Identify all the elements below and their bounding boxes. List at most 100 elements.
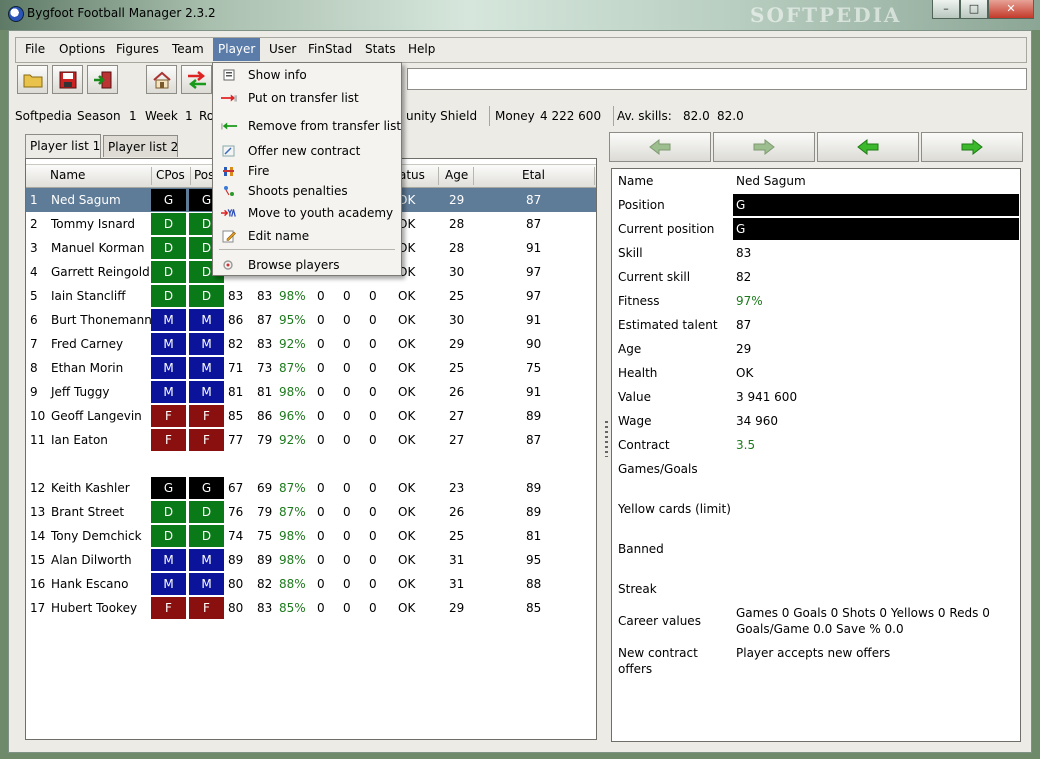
cell-g1: 0 <box>317 601 325 615</box>
header-age[interactable]: Age <box>445 168 468 182</box>
table-row[interactable]: 12 Keith Kashler G G 67 69 87% 0 0 0 OK 23 89 <box>26 476 596 500</box>
table-row[interactable]: 8 Ethan Morin M M 71 73 87% 0 0 0 OK 25 75 <box>26 356 596 380</box>
table-row[interactable]: 13 Brant Street D D 76 79 87% 0 0 0 OK 26 89 <box>26 500 596 524</box>
menu-item-offer-new-contract[interactable]: Offer new contract <box>213 141 399 161</box>
table-row[interactable]: 6 Burt Thonemann M M 86 87 95% 0 0 0 OK 30 91 <box>26 308 596 332</box>
cpos-badge: M <box>151 549 186 571</box>
info-label: Estimated talent <box>618 318 718 332</box>
cell-name: Tony Demchick <box>51 529 142 543</box>
menu-bar: File Options Figures Team Player User Fi… <box>15 37 1027 63</box>
menu-item-edit-name[interactable]: Edit name <box>213 226 399 246</box>
cell-skill: 82 <box>228 337 244 351</box>
next-button[interactable] <box>921 132 1023 162</box>
player-info-panel: Name Ned Sagum Position G Current position G S… <box>611 168 1021 742</box>
menu-item-remove-from-transfer-list[interactable]: Remove from transfer list <box>213 116 401 136</box>
cell-cskill: 83 <box>257 337 273 351</box>
toolbar-entry[interactable] <box>407 68 1027 90</box>
menu-item-show-info[interactable]: Show info <box>213 65 399 85</box>
cell-skill: 89 <box>228 553 244 567</box>
menu-item-shoots-penalties[interactable]: Shoots penalties <box>213 181 399 201</box>
info-label: Streak <box>618 582 657 596</box>
cell-name: Ned Sagum <box>51 193 121 207</box>
cell-age: 29 <box>449 337 465 351</box>
cell-num: 13 <box>30 505 46 519</box>
cell-cskill: 79 <box>257 433 273 447</box>
fire-icon <box>221 164 237 178</box>
cell-num: 6 <box>30 313 38 327</box>
cell-fitness: 95% <box>279 313 306 327</box>
table-row[interactable]: 7 Fred Carney M M 82 83 92% 0 0 0 OK 29 90 <box>26 332 596 356</box>
menu-item-put-on-transfer-list[interactable]: Put on transfer list <box>213 88 399 108</box>
table-row[interactable]: 5 Iain Stancliff D D 83 83 98% 0 0 0 OK 25 97 <box>26 284 596 308</box>
cell-fitness: 96% <box>279 409 306 423</box>
cell-g2: 0 <box>343 313 351 327</box>
menu-item-fire[interactable]: Fire <box>213 161 399 181</box>
close-button[interactable]: ✕ <box>988 0 1034 19</box>
cell-age: 28 <box>449 217 465 231</box>
floppy-disk-icon <box>59 71 76 88</box>
cpos-badge: D <box>151 213 186 235</box>
header-cpos[interactable]: CPos <box>156 168 185 182</box>
header-name[interactable]: Name <box>50 168 85 182</box>
pane-resize-grip[interactable] <box>605 421 608 457</box>
save-button[interactable] <box>52 65 83 94</box>
info-value: 3 941 600 <box>736 390 798 404</box>
tab-player-list-1[interactable]: Player list 1 <box>25 134 101 158</box>
header-status[interactable]: atus <box>399 168 425 182</box>
menu-stats[interactable]: Stats <box>365 42 396 56</box>
cell-skill: 71 <box>228 361 244 375</box>
table-row[interactable]: 11 Ian Eaton F F 77 79 92% 0 0 0 OK 27 87 <box>26 428 596 452</box>
cell-fitness: 98% <box>279 553 306 567</box>
cell-g3: 0 <box>369 601 377 615</box>
cell-status: OK <box>398 529 416 543</box>
arrow-right-icon <box>753 139 775 155</box>
cell-g1: 0 <box>317 313 325 327</box>
cell-status: OK <box>398 601 416 615</box>
menu-team[interactable]: Team <box>172 42 204 56</box>
cell-g3: 0 <box>369 313 377 327</box>
table-row[interactable]: 17 Hubert Tookey F F 80 83 85% 0 0 0 OK 29 85 <box>26 596 596 620</box>
info-label: Skill <box>618 246 643 260</box>
menu-figures[interactable]: Figures <box>116 42 159 56</box>
cell-skill: 77 <box>228 433 244 447</box>
maximize-button[interactable]: □ <box>960 0 988 19</box>
cell-status: OK <box>398 313 416 327</box>
menu-item-label: Move to youth academy <box>248 206 394 220</box>
menu-user[interactable]: User <box>269 42 296 56</box>
cell-status: OK <box>398 385 416 399</box>
menu-finstad[interactable]: FinStad <box>308 42 352 56</box>
menu-help[interactable]: Help <box>408 42 435 56</box>
cell-age: 30 <box>449 313 465 327</box>
cell-num: 12 <box>30 481 46 495</box>
minimize-button[interactable]: – <box>932 0 960 19</box>
open-button[interactable] <box>17 65 48 94</box>
menu-file[interactable]: File <box>25 42 45 56</box>
table-row[interactable]: 15 Alan Dilworth M M 89 89 98% 0 0 0 OK 31 95 <box>26 548 596 572</box>
table-row[interactable]: 10 Geoff Langevin F F 85 86 96% 0 0 0 OK 27 89 <box>26 404 596 428</box>
menu-player[interactable]: Player <box>213 38 261 61</box>
cell-num: 9 <box>30 385 38 399</box>
avskills-value-1: 82.0 <box>683 109 710 123</box>
cell-g1: 0 <box>317 505 325 519</box>
next-next-button[interactable] <box>713 132 815 162</box>
client-area: File Options Figures Team Player User Fi… <box>8 30 1032 753</box>
home-button[interactable] <box>146 65 177 94</box>
tab-player-list-2[interactable]: Player list 2 <box>103 135 178 157</box>
menu-item-browse-players[interactable]: Browse players <box>213 255 399 275</box>
cell-name: Alan Dilworth <box>51 553 132 567</box>
prev-button[interactable] <box>817 132 919 162</box>
table-row[interactable]: 9 Jeff Tuggy M M 81 81 98% 0 0 0 OK 26 91 <box>26 380 596 404</box>
watermark: SOFTPEDIA <box>750 3 902 27</box>
quit-button[interactable] <box>87 65 118 94</box>
cell-num: 3 <box>30 241 38 255</box>
menu-options[interactable]: Options <box>59 42 105 56</box>
pos-badge: M <box>189 309 224 331</box>
table-row[interactable]: 16 Hank Escano M M 80 82 88% 0 0 0 OK 31 88 <box>26 572 596 596</box>
table-row[interactable]: 14 Tony Demchick D D 74 75 98% 0 0 0 OK 25 81 <box>26 524 596 548</box>
prev-prev-button[interactable] <box>609 132 711 162</box>
arrow-right-icon <box>961 139 983 155</box>
green-arrow-left-icon <box>221 119 237 133</box>
header-etal[interactable]: Etal <box>522 168 545 182</box>
menu-item-move-to-youth-academy[interactable]: Move to youth academy <box>213 203 399 223</box>
transfer-button[interactable] <box>181 65 212 94</box>
